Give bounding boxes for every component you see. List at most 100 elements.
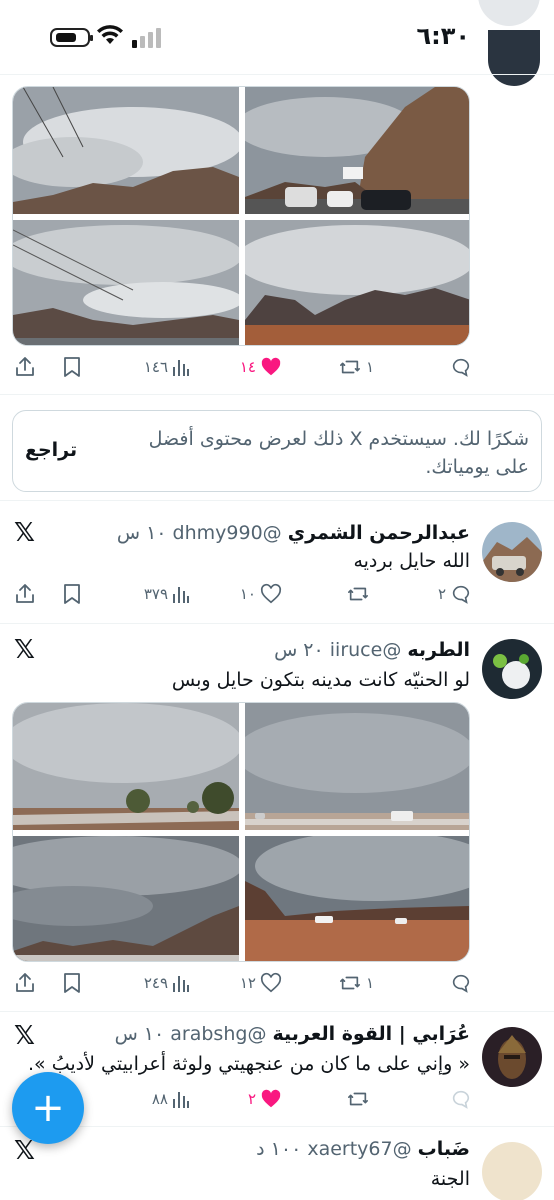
retweet-button[interactable] (346, 580, 378, 608)
tweet-time: ١٠ س (116, 522, 167, 544)
like-button[interactable]: ١٤ (236, 353, 282, 381)
bookmark-icon (64, 357, 80, 377)
tweet-actions: ٢ ١٠ ٣٧٩ (12, 580, 472, 608)
author-name[interactable]: الطربه (407, 639, 470, 661)
retweet-button[interactable]: ١ (338, 969, 378, 997)
retweet-button[interactable] (346, 1085, 378, 1113)
battery-icon (50, 28, 93, 47)
reply-button[interactable] (442, 353, 472, 381)
reply-icon (452, 974, 470, 993)
views-button[interactable]: ٢٤٩ (140, 969, 190, 997)
tweet-time: ١٠ س (114, 1023, 165, 1045)
bookmark-icon (64, 973, 80, 993)
author-handle[interactable]: @dhmy990 (173, 522, 282, 544)
bookmark-button[interactable] (62, 353, 82, 381)
bookmark-button[interactable] (62, 580, 82, 608)
reply-icon (452, 358, 470, 377)
tweet-header: الطربه @iiruce ٢٠ س (60, 639, 470, 661)
feedback-card: شكرًا لك. سيستخدم X ذلك لعرض محتوى أفضل … (12, 410, 542, 492)
reply-button[interactable] (442, 1085, 472, 1113)
reply-icon (452, 585, 470, 604)
heart-filled-icon (261, 1089, 281, 1108)
avatar[interactable] (482, 522, 542, 582)
reply-button[interactable]: ٢ (434, 580, 472, 608)
tweet-header: عبدالرحمن الشمري @dhmy990 ١٠ س (60, 522, 470, 544)
x-logo-icon: 𝕏 (14, 518, 35, 548)
share-icon (16, 357, 34, 376)
media-image[interactable] (245, 87, 469, 214)
bookmark-icon (64, 584, 80, 604)
divider (0, 1011, 554, 1012)
media-image[interactable] (245, 703, 469, 830)
cellular-signal-icon (132, 28, 161, 48)
tweet-media-grid[interactable] (12, 86, 470, 346)
tweet-actions: ١ ١٤ ١٤٦ (12, 353, 472, 381)
tweet-time: ١٠٠ د (256, 1138, 302, 1160)
heart-filled-icon (261, 357, 281, 376)
avatar[interactable] (482, 1027, 542, 1087)
retweet-icon (348, 1092, 368, 1106)
share-button[interactable] (14, 580, 36, 608)
retweet-icon (348, 587, 368, 601)
divider (0, 623, 554, 624)
views-icon (173, 360, 189, 376)
share-icon (16, 584, 34, 603)
reply-icon (452, 1090, 470, 1109)
media-image[interactable] (13, 703, 239, 830)
like-button[interactable]: ١٢ (236, 969, 282, 997)
heart-icon (260, 972, 282, 993)
media-image[interactable] (13, 220, 239, 345)
retweet-button[interactable]: ١ (338, 353, 378, 381)
divider (0, 74, 554, 75)
author-name[interactable]: ضَباب (418, 1138, 470, 1160)
undo-button[interactable]: تراجع (25, 439, 77, 461)
views-icon (173, 976, 189, 992)
media-image[interactable] (245, 836, 469, 961)
tweet-text: « وإني على ما كان من عنجهيتي ولوثة أعراب… (28, 1053, 470, 1075)
wifi-icon (97, 25, 123, 44)
media-image[interactable] (13, 836, 239, 961)
tweet-text: لو الحنيّه كانت مدينه بتكون حايل وبس (171, 669, 470, 691)
tweet-text: الجنة (430, 1168, 470, 1190)
x-logo-icon: 𝕏 (14, 635, 35, 665)
retweet-icon (339, 976, 360, 990)
author-handle[interactable]: @iiruce (330, 639, 402, 661)
author-name[interactable]: عُرَابي | القوة العربية (272, 1023, 470, 1045)
views-icon (173, 1092, 189, 1108)
bookmark-button[interactable] (62, 969, 82, 997)
tweet-media-grid[interactable] (12, 702, 470, 962)
tweet-time: ٢٠ س (274, 639, 324, 661)
share-button[interactable] (14, 969, 36, 997)
tweet-header: ضَباب @xaerty67 ١٠٠ د (60, 1138, 470, 1160)
author-handle[interactable]: @arabshg (170, 1023, 266, 1045)
share-button[interactable] (14, 353, 36, 381)
tweet-text: الله حايل برديه (353, 550, 470, 572)
feedback-message: شكرًا لك. سيستخدم X ذلك لعرض محتوى أفضل … (148, 428, 529, 478)
author-name[interactable]: عبدالرحمن الشمري (288, 522, 470, 544)
views-button[interactable]: ٨٨ (148, 1085, 190, 1113)
retweet-icon (339, 360, 360, 374)
status-time: ٦:٣٠ (416, 22, 470, 50)
compose-post-button[interactable]: + (12, 1072, 84, 1144)
divider (0, 394, 554, 395)
plus-icon: + (31, 1085, 65, 1131)
views-button[interactable]: ٣٧٩ (140, 580, 190, 608)
avatar[interactable] (488, 30, 540, 86)
views-icon (173, 587, 189, 603)
author-handle[interactable]: @xaerty67 (307, 1138, 411, 1160)
views-button[interactable]: ١٤٦ (140, 353, 190, 381)
reply-button[interactable] (442, 969, 472, 997)
avatar[interactable] (482, 639, 542, 699)
avatar[interactable] (482, 1142, 542, 1200)
tweet-header: عُرَابي | القوة العربية @arabshg ١٠ س (60, 1023, 470, 1045)
media-image[interactable] (13, 87, 239, 214)
divider (0, 1126, 554, 1127)
like-button[interactable]: ١٠ (236, 580, 282, 608)
share-icon (16, 973, 34, 992)
heart-icon (260, 583, 282, 604)
divider (0, 500, 554, 501)
like-button[interactable]: ٢ (244, 1085, 282, 1113)
tweet-actions: ١ ١٢ ٢٤٩ (12, 969, 472, 997)
x-logo-icon: 𝕏 (14, 1021, 35, 1051)
media-image[interactable] (245, 220, 469, 345)
